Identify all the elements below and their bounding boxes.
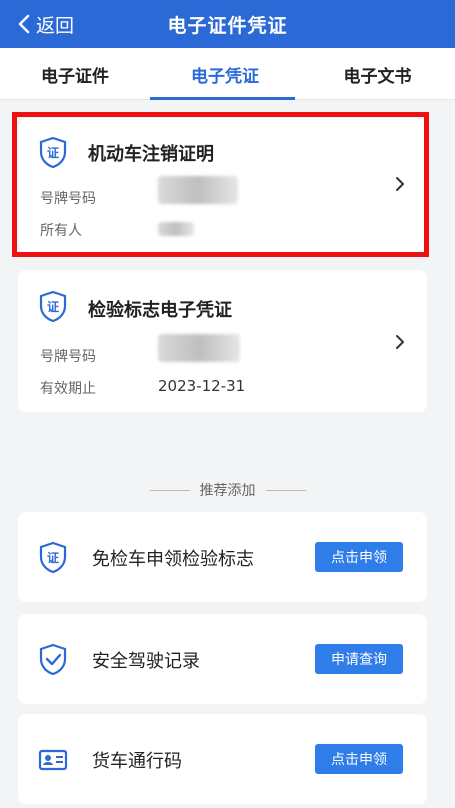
inspection-voucher-card[interactable]: 证 检验标志电子凭证 号牌号码 有效期止 2023-12-31 xyxy=(18,270,427,412)
recommend-title: 免检车申领检验标志 xyxy=(92,549,254,570)
recommend-heading: 推荐添加 xyxy=(199,483,256,499)
recommend-title: 安全驾驶记录 xyxy=(92,651,200,672)
check-shield-icon xyxy=(39,643,67,675)
tab-electronic-certificates[interactable]: 电子证件 xyxy=(0,48,150,100)
apply-button[interactable]: 点击申领 xyxy=(315,542,403,572)
divider-line xyxy=(149,489,190,491)
tab-electronic-vouchers[interactable]: 电子凭证 xyxy=(150,48,300,100)
highlight-box xyxy=(12,112,429,257)
id-card-icon xyxy=(38,749,68,771)
row-label-plate: 号牌号码 xyxy=(40,349,96,365)
recommend-item: 安全驾驶记录 申请查询 xyxy=(18,614,427,704)
divider-line xyxy=(265,489,306,491)
svg-text:证: 证 xyxy=(47,551,59,565)
active-tab-indicator xyxy=(150,97,295,100)
query-button[interactable]: 申请查询 xyxy=(315,644,403,674)
recommend-title: 货车通行码 xyxy=(92,751,182,772)
recommend-item: 证 免检车申领检验标志 点击申领 xyxy=(18,512,427,602)
apply-button[interactable]: 点击申领 xyxy=(315,744,403,774)
page-title: 电子证件凭证 xyxy=(167,14,288,37)
header-bar: 返回 电子证件凭证 xyxy=(0,0,455,48)
card-title: 检验标志电子凭证 xyxy=(88,300,232,321)
tab-bar: 电子证件 电子凭证 电子文书 xyxy=(0,48,455,100)
certificate-shield-icon: 证 xyxy=(39,290,67,322)
expiry-date: 2023-12-31 xyxy=(158,377,246,395)
tab-electronic-documents[interactable]: 电子文书 xyxy=(300,48,455,100)
certificate-shield-icon: 证 xyxy=(39,541,67,573)
recommend-item: 货车通行码 点击申领 xyxy=(18,714,427,804)
row-label-expiry: 有效期止 xyxy=(40,381,96,397)
redacted-plate-number xyxy=(158,334,240,362)
recommend-divider: 推荐添加 xyxy=(0,480,455,500)
svg-text:证: 证 xyxy=(47,300,59,314)
chevron-right-icon xyxy=(396,335,404,349)
